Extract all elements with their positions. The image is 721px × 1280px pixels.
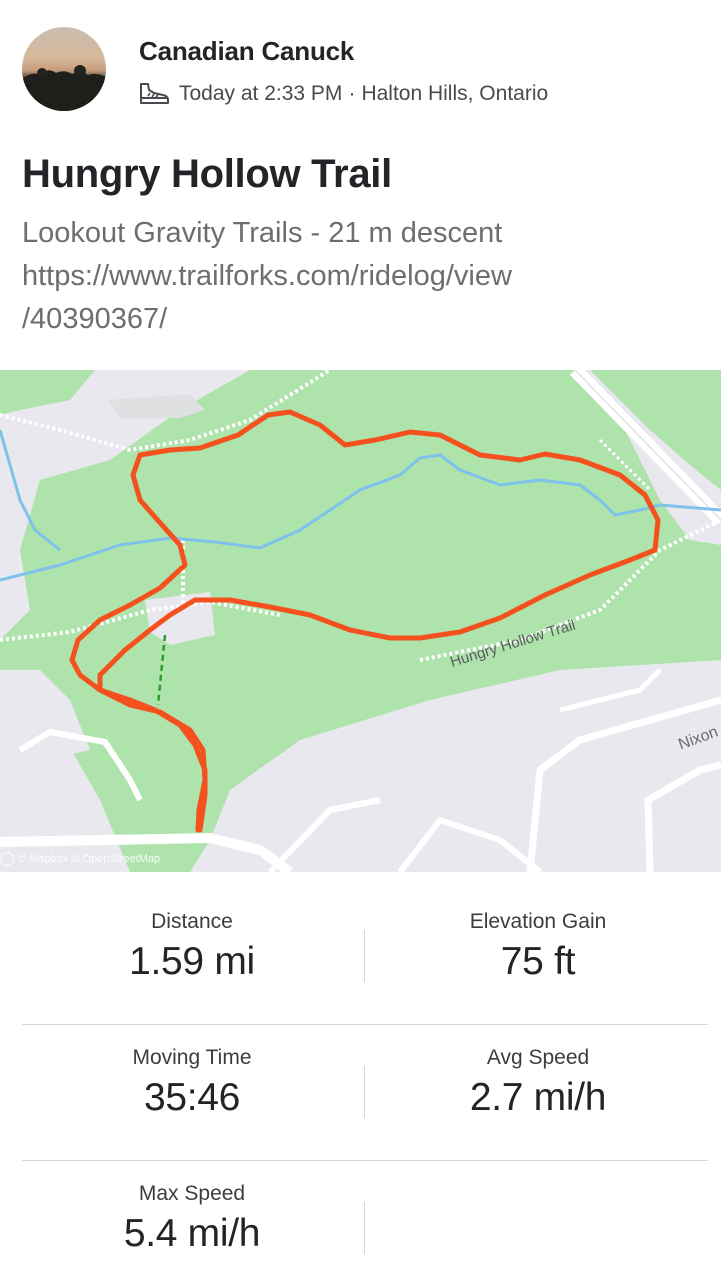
column-divider [364,930,365,982]
map-attribution[interactable]: © Mapbox © OpenStreetMap [0,852,160,866]
hike-shoe-icon [137,81,171,107]
stat-label: Avg Speed [486,1046,590,1069]
activity-header: Canadian Canuck Today at 2:33 PM · Halto… [0,0,721,130]
clearing [108,394,205,418]
stat-label: Elevation Gain [469,910,607,933]
attribution-text: © Mapbox © OpenStreetMap [18,853,161,865]
stat-avg-speed: Avg Speed 2.7 mi/h [368,1046,708,1120]
stat-value: 1.59 mi [129,940,255,983]
stat-elevation-gain: Elevation Gain 75 ft [368,910,708,984]
road [397,816,542,872]
stat-distance: Distance 1.59 mi [22,910,362,984]
stat-value: 75 ft [500,940,576,983]
meta-separator: · [348,82,356,105]
stats-grid: Distance 1.59 mi Elevation Gain 75 ft Mo… [0,872,721,1280]
road [559,668,662,713]
activity-meta: Today at 2:33 PM · Halton Hills, Ontario [137,78,548,110]
stat-value: 5.4 mi/h [123,1212,261,1255]
route-map[interactable]: Hungry Hollow Trail Nixon © Mapbox © Ope… [0,370,721,872]
column-divider [364,1066,365,1118]
info-icon[interactable] [0,852,14,866]
description-link[interactable]: https://www.trailforks.com/ridelog/view [22,255,682,298]
road [644,761,721,872]
stat-value: 35:46 [143,1076,241,1119]
road [526,696,721,872]
stat-label: Moving Time [132,1046,252,1069]
activity-description: Lookout Gravity Trails - 21 m descent ht… [22,212,682,341]
stat-label: Max Speed [138,1182,246,1205]
activity-title: Hungry Hollow Trail [22,152,392,196]
stat-label: Distance [151,910,233,933]
avatar[interactable] [22,27,106,111]
row-divider [22,1160,708,1161]
activity-page: Canadian Canuck Today at 2:33 PM · Halto… [0,0,721,1280]
activity-time: Today at 2:33 PM [179,82,343,105]
description-line: Lookout Gravity Trails - 21 m descent [22,217,503,249]
road [267,797,381,872]
description-link[interactable]: /40390367/ [22,298,682,341]
stat-moving-time: Moving Time 35:46 [22,1046,362,1120]
row-divider [22,1024,708,1025]
stat-value: 2.7 mi/h [469,1076,607,1119]
map-canvas: Hungry Hollow Trail [0,370,721,872]
athlete-name[interactable]: Canadian Canuck [139,36,354,67]
stat-max-speed: Max Speed 5.4 mi/h [22,1182,362,1256]
park-area [0,370,95,415]
column-divider [364,1202,365,1254]
activity-location: Halton Hills, Ontario [361,82,549,105]
